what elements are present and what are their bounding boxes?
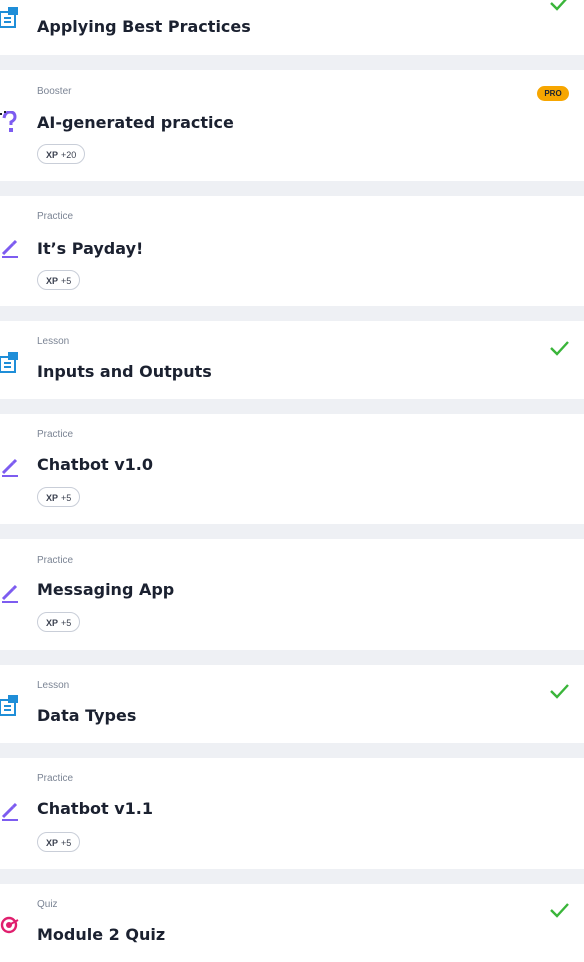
pencil-icon [0, 456, 20, 478]
xp-label: XP [46, 618, 59, 628]
xp-badge: XP +5 [37, 832, 81, 852]
item-type: Lesson [37, 680, 70, 691]
xp-badge: XP +5 [37, 270, 81, 290]
item-type: Practice [37, 773, 74, 784]
question-icon [0, 110, 20, 133]
lesson-card[interactable]: Lesson Applying Best Practices [0, 0, 584, 55]
item-title[interactable]: Inputs and Outputs [37, 362, 212, 381]
item-title[interactable]: Data Types [37, 706, 136, 725]
xp-value: +5 [61, 618, 72, 628]
lesson-card[interactable]: Lesson Inputs and Outputs [0, 321, 584, 399]
item-type: Quiz [37, 899, 58, 910]
practice-card[interactable]: Practice Messaging App XP +5 [0, 539, 584, 650]
lesson-card[interactable]: Lesson Data Types [0, 665, 584, 743]
item-title[interactable]: Chatbot v1.0 [37, 455, 153, 474]
item-type: Lesson [37, 0, 69, 2]
pro-badge: PRO [537, 86, 569, 101]
xp-value: +5 [61, 493, 72, 503]
item-title[interactable]: Applying Best Practices [37, 17, 251, 36]
quiz-card[interactable]: Quiz Module 2 Quiz [0, 884, 584, 962]
pencil-icon [0, 237, 20, 259]
xp-label: XP [46, 493, 59, 503]
item-title[interactable]: Chatbot v1.1 [37, 799, 153, 818]
target-icon [0, 914, 20, 936]
practice-card[interactable]: Practice Chatbot v1.1 XP +5 [0, 758, 584, 869]
xp-label: XP [46, 838, 59, 848]
booster-card[interactable]: Booster PRO AI-generated practice XP +20 [0, 70, 584, 181]
completed-check-icon [548, 901, 570, 919]
item-type: Practice [37, 211, 74, 222]
completed-check-icon [548, 682, 570, 700]
xp-value: +20 [61, 150, 77, 160]
pencil-icon [0, 582, 20, 604]
item-title[interactable]: Module 2 Quiz [37, 925, 165, 944]
item-title[interactable]: AI-generated practice [37, 113, 234, 132]
xp-label: XP [46, 150, 59, 160]
item-title[interactable]: Messaging App [37, 580, 174, 599]
xp-value: +5 [61, 838, 72, 848]
item-title[interactable]: It’s Payday! [37, 239, 143, 258]
item-type: Lesson [37, 336, 70, 347]
lesson-icon [0, 7, 20, 29]
item-type: Practice [37, 429, 74, 440]
completed-check-icon [548, 0, 570, 12]
xp-badge: XP +20 [37, 144, 86, 164]
item-type: Practice [37, 555, 74, 566]
xp-value: +5 [61, 276, 72, 286]
pencil-icon [0, 800, 20, 822]
xp-label: XP [46, 276, 59, 286]
practice-card[interactable]: Practice It’s Payday! XP +5 [0, 196, 584, 306]
lesson-icon [0, 695, 20, 717]
lesson-icon [0, 352, 20, 374]
xp-badge: XP +5 [37, 612, 81, 632]
xp-badge: XP +5 [37, 487, 81, 507]
practice-card[interactable]: Practice Chatbot v1.0 XP +5 [0, 414, 584, 524]
item-type: Booster [37, 86, 72, 97]
completed-check-icon [548, 339, 570, 357]
